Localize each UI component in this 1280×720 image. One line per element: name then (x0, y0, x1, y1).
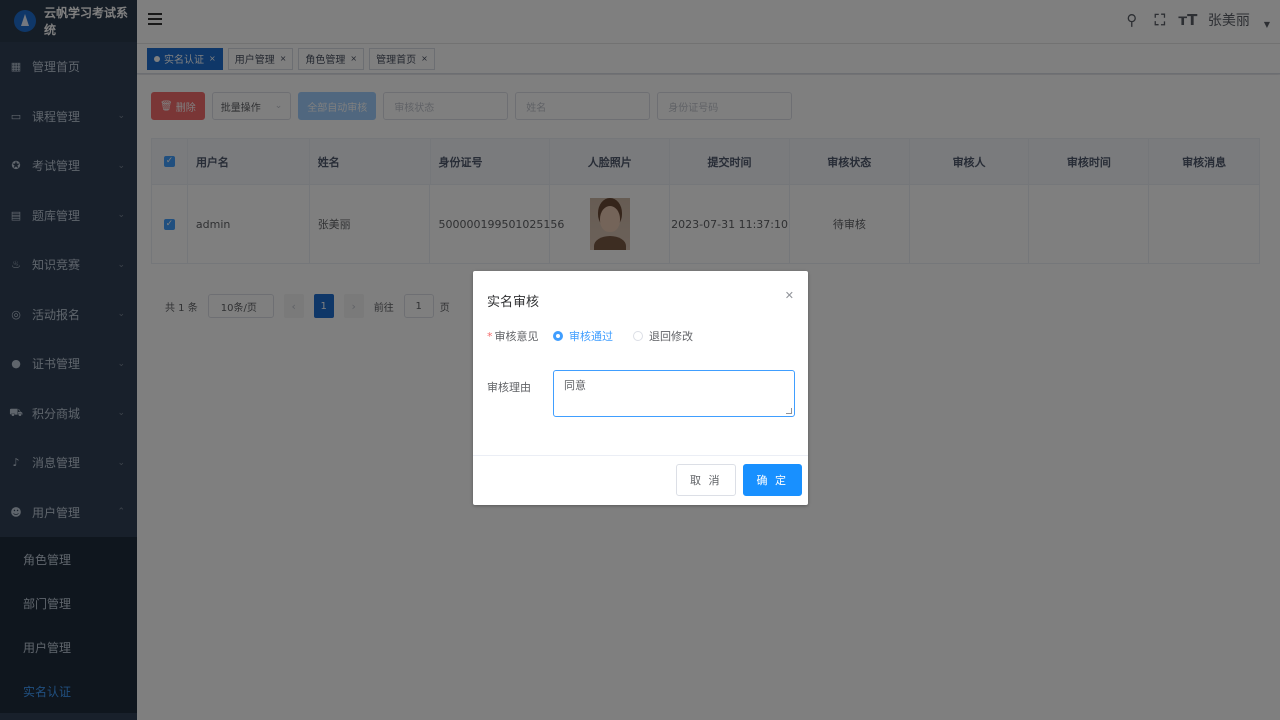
radio-label: 退回修改 (649, 330, 693, 343)
real-name-audit-dialog: 实名审核 ✕ * 审核意见 审核通过 退回修改 审核理由 同意 取 消 确 定 (473, 271, 808, 505)
dialog-footer: 取 消 确 定 (676, 464, 802, 496)
radio-label: 审核通过 (569, 330, 613, 343)
reason-value: 同意 (564, 379, 586, 392)
radio-circle (633, 331, 643, 341)
radio-return[interactable]: 退回修改 (633, 328, 693, 344)
cancel-button[interactable]: 取 消 (676, 464, 736, 496)
reason-textarea[interactable]: 同意 (553, 370, 795, 417)
confirm-button[interactable]: 确 定 (742, 464, 802, 496)
opinion-label-text: 审核意见 (494, 330, 539, 343)
radio-circle (553, 331, 563, 341)
close-icon[interactable]: ✕ (785, 289, 794, 302)
dialog-divider (473, 455, 808, 456)
dialog-title: 实名审核 (487, 295, 540, 310)
radio-approve[interactable]: 审核通过 (553, 328, 613, 344)
required-asterisk: * (487, 330, 493, 343)
resize-grip-icon[interactable] (786, 408, 792, 414)
reason-label: 审核理由 (487, 381, 531, 394)
opinion-label: * 审核意见 (487, 328, 539, 344)
opinion-radio-group: 审核通过 退回修改 (553, 328, 693, 344)
